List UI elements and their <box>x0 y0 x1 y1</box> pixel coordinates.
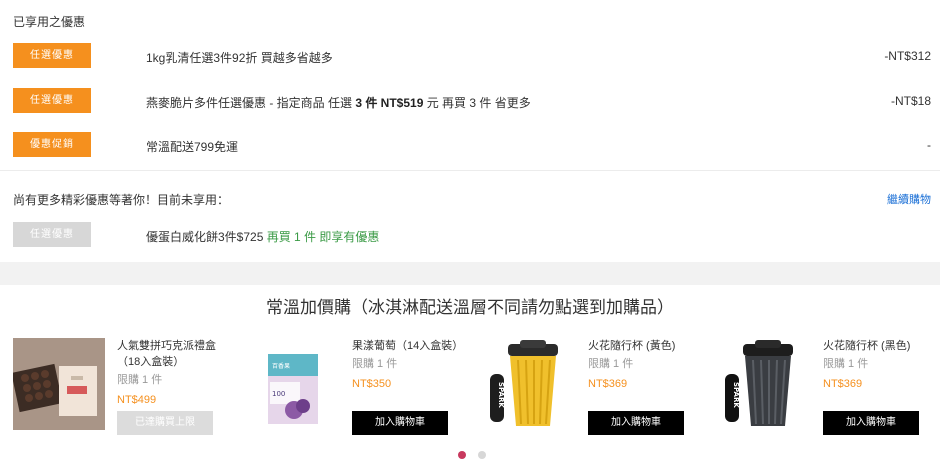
product-purchase-limit: 限購 1 件 <box>352 358 398 370</box>
product-image[interactable]: 100 百香果 <box>248 338 340 430</box>
carousel-dot[interactable] <box>478 451 486 459</box>
unapplied-promotions-heading: 尚有更多精彩優惠等著你！目前未享用： <box>13 193 230 207</box>
product-purchase-limit: 限購 1 件 <box>588 358 634 370</box>
addon-section-title: 常溫加價購（冰淇淋配送溫層不同請勿點選到加購品） <box>266 298 674 317</box>
promo-description: 燕麥脆片多件任選優惠 - 指定商品 任選 3 件 NT$519 元 再買 3 件… <box>146 94 531 111</box>
promo-badge: 任選優惠 <box>13 43 91 68</box>
box-text: 百香果 <box>272 362 290 370</box>
product-name[interactable]: 果漾葡萄（14入盒裝） <box>352 338 463 354</box>
promo-text-part: 優蛋白威化餅3件$725 <box>146 230 267 244</box>
product-price: NT$369 <box>588 378 628 390</box>
promo-description: 1kg乳清任選3件92折 買越多省越多 <box>146 51 333 65</box>
product-info: 果漾葡萄（14入盒裝） 限購 1 件 NT$350 <box>352 338 463 391</box>
product-image[interactable]: SPARK <box>484 338 576 430</box>
add-to-cart-button[interactable]: 加入購物車 <box>352 411 448 435</box>
product-purchase-limit: 限購 1 件 <box>117 374 163 386</box>
promo-badge-inactive: 任選優惠 <box>13 222 91 247</box>
promo-badge: 優惠促銷 <box>13 132 91 157</box>
promo-discount-amount: - <box>927 138 931 152</box>
promo-badge: 任選優惠 <box>13 88 91 113</box>
product-price: NT$369 <box>823 378 863 390</box>
promo-text-part: 元 再買 3 件 省更多 <box>423 96 531 110</box>
product-name[interactable]: 火花隨行杯 (黑色) <box>823 338 933 354</box>
product-name[interactable]: 人氣雙拼巧克派禮盒（18入盒裝） <box>117 338 227 370</box>
product-price: NT$350 <box>352 378 392 390</box>
strap-text: SPARK <box>497 382 505 408</box>
product-image[interactable]: SPARK <box>719 338 811 430</box>
box-text: 100 <box>272 390 285 398</box>
add-to-cart-button[interactable]: 加入購物車 <box>823 411 919 435</box>
promo-description: 常溫配送799免運 <box>146 140 239 154</box>
promo-discount-amount: -NT$18 <box>890 94 931 108</box>
continue-shopping-link[interactable]: 繼續購物 <box>887 191 931 207</box>
section-separator <box>0 262 940 285</box>
add-to-cart-button[interactable]: 加入購物車 <box>588 411 684 435</box>
promo-hint: 再買 1 件 即享有優惠 <box>266 230 380 244</box>
product-info: 人氣雙拼巧克派禮盒（18入盒裝） 限購 1 件 NT$499 <box>117 338 227 407</box>
carousel-dot-active[interactable] <box>458 451 466 459</box>
strap-text: SPARK <box>732 382 740 408</box>
purchase-limit-reached-button[interactable]: 已達購買上限 <box>117 411 213 435</box>
promo-discount-amount: -NT$312 <box>884 49 931 63</box>
promo-text-part: 燕麥脆片多件任選優惠 - 指定商品 任選 <box>146 96 356 110</box>
product-info: 火花隨行杯 (黃色) 限購 1 件 NT$369 <box>588 338 698 391</box>
product-image[interactable] <box>11 338 105 430</box>
applied-promotions-heading: 已享用之優惠 <box>13 15 86 29</box>
promo-description: 優蛋白威化餅3件$725 再買 1 件 即享有優惠 <box>146 228 379 245</box>
product-name[interactable]: 火花隨行杯 (黃色) <box>588 338 698 354</box>
section-divider <box>0 170 940 171</box>
promo-text-highlight: 3 件 NT$519 <box>355 96 424 110</box>
product-info: 火花隨行杯 (黑色) 限購 1 件 NT$369 <box>823 338 933 391</box>
product-purchase-limit: 限購 1 件 <box>823 358 869 370</box>
product-price: NT$499 <box>117 394 157 406</box>
